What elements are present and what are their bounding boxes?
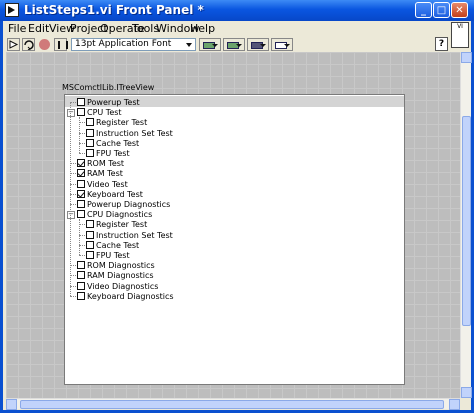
align-icon	[203, 42, 215, 49]
tree-node[interactable]: Keyboard Diagnostics	[65, 291, 395, 302]
tree-connector-line	[79, 117, 80, 153]
scroll-right-icon[interactable]	[449, 399, 460, 410]
checkbox[interactable]	[77, 200, 85, 208]
abort-execution-icon[interactable]	[38, 38, 51, 51]
labview-app-icon[interactable]	[5, 3, 19, 17]
tree-control-label: MSComctlLib.ITreeView	[62, 83, 155, 92]
tree-connector-line	[79, 153, 85, 154]
tree-view-control[interactable]: Powerup Test − CPU Test Register Test Instru…	[64, 94, 405, 385]
collapse-icon[interactable]: −	[67, 211, 75, 220]
horizontal-scrollbar[interactable]	[6, 398, 460, 410]
minimize-button[interactable]: _	[415, 2, 432, 18]
context-help-button[interactable]: ?	[435, 37, 448, 51]
checkbox[interactable]	[77, 159, 85, 168]
scroll-left-icon[interactable]	[6, 399, 17, 410]
title-bar[interactable]: ListSteps1.vi Front Panel * _ □ ✕	[0, 0, 474, 21]
checkbox[interactable]	[77, 179, 85, 188]
checkbox[interactable]	[77, 210, 85, 219]
front-panel-window: ListSteps1.vi Front Panel * _ □ ✕ File E…	[0, 0, 474, 413]
resize-objects-button[interactable]	[247, 38, 269, 51]
checkbox[interactable]	[86, 240, 94, 249]
scroll-up-icon[interactable]	[461, 52, 472, 63]
tree-connector-line	[70, 102, 71, 296]
checkbox[interactable]	[77, 281, 85, 290]
distribute-icon	[227, 42, 239, 49]
menu-help[interactable]: Help	[190, 22, 215, 35]
scroll-down-icon[interactable]	[461, 387, 472, 398]
maximize-button[interactable]: □	[433, 2, 450, 18]
pause-icon	[58, 41, 68, 49]
run-arrow-icon[interactable]	[7, 38, 20, 51]
checkbox[interactable]	[77, 169, 85, 178]
checkbox[interactable]	[77, 261, 85, 270]
horizontal-scroll-thumb[interactable]	[20, 400, 444, 409]
checkbox[interactable]	[77, 291, 85, 300]
collapse-icon[interactable]: −	[67, 109, 75, 118]
close-button[interactable]: ✕	[451, 2, 468, 18]
stop-icon	[39, 39, 50, 50]
reorder-icon	[275, 42, 287, 49]
run-continuously-icon[interactable]	[22, 38, 35, 51]
window-title: ListSteps1.vi Front Panel *	[24, 3, 204, 17]
text-settings-dropdown[interactable]: 13pt Application Font	[71, 38, 196, 51]
toolbar: 13pt Application Font ?	[3, 37, 471, 51]
resize-icon	[251, 42, 263, 49]
tree-connector-line	[70, 295, 76, 297]
tree-connector-line	[79, 219, 80, 255]
menu-bar: File Edit View Project Operate Tools Win…	[3, 21, 471, 37]
menu-edit[interactable]: Edit	[28, 22, 49, 35]
align-objects-button[interactable]	[199, 38, 221, 51]
checkbox[interactable]	[86, 149, 94, 157]
tree-node-label: Keyboard Diagnostics	[87, 291, 174, 301]
checkbox[interactable]	[86, 118, 94, 127]
checkbox[interactable]	[86, 220, 94, 229]
checkbox[interactable]	[86, 128, 94, 137]
checkbox[interactable]	[86, 138, 94, 147]
checkbox[interactable]	[77, 98, 85, 106]
checkbox[interactable]	[86, 251, 94, 259]
vertical-scrollbar[interactable]	[460, 52, 472, 398]
reorder-button[interactable]	[271, 38, 293, 51]
checkbox[interactable]	[77, 108, 85, 117]
checkbox[interactable]	[77, 189, 85, 198]
vertical-scroll-thumb[interactable]	[462, 116, 471, 326]
menu-file[interactable]: File	[8, 22, 26, 35]
checkbox[interactable]	[77, 271, 85, 280]
checkbox[interactable]	[86, 230, 94, 239]
distribute-objects-button[interactable]	[223, 38, 245, 51]
pause-button[interactable]	[54, 38, 68, 51]
tree-connector-line	[79, 255, 85, 256]
